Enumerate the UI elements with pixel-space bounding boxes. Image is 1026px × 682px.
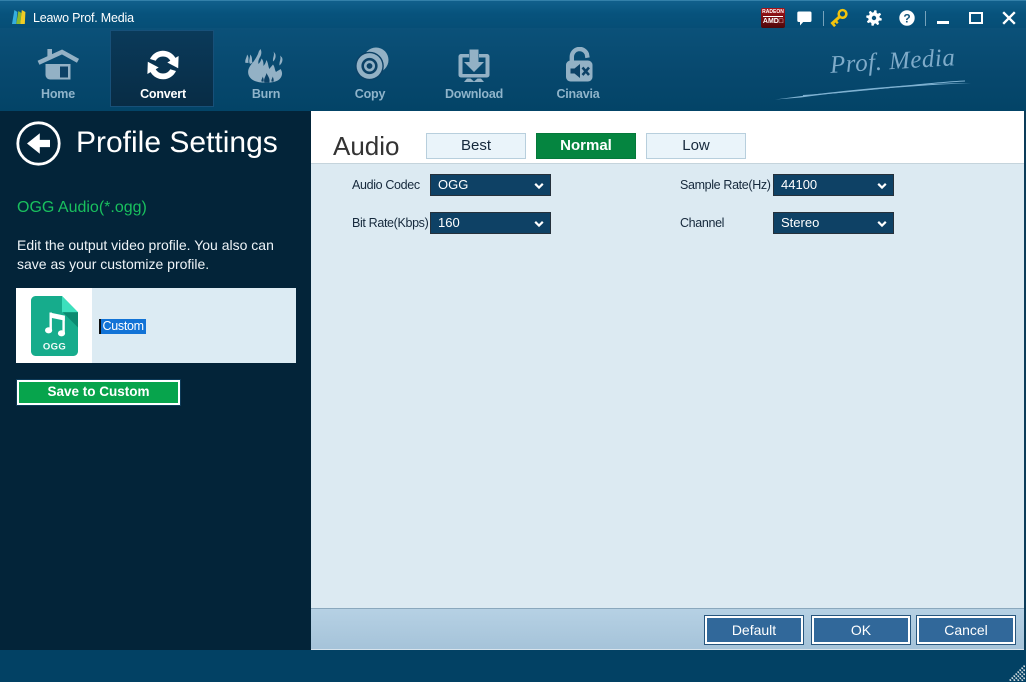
svg-text:?: ? — [903, 11, 910, 25]
svg-text:OGG: OGG — [43, 342, 66, 353]
